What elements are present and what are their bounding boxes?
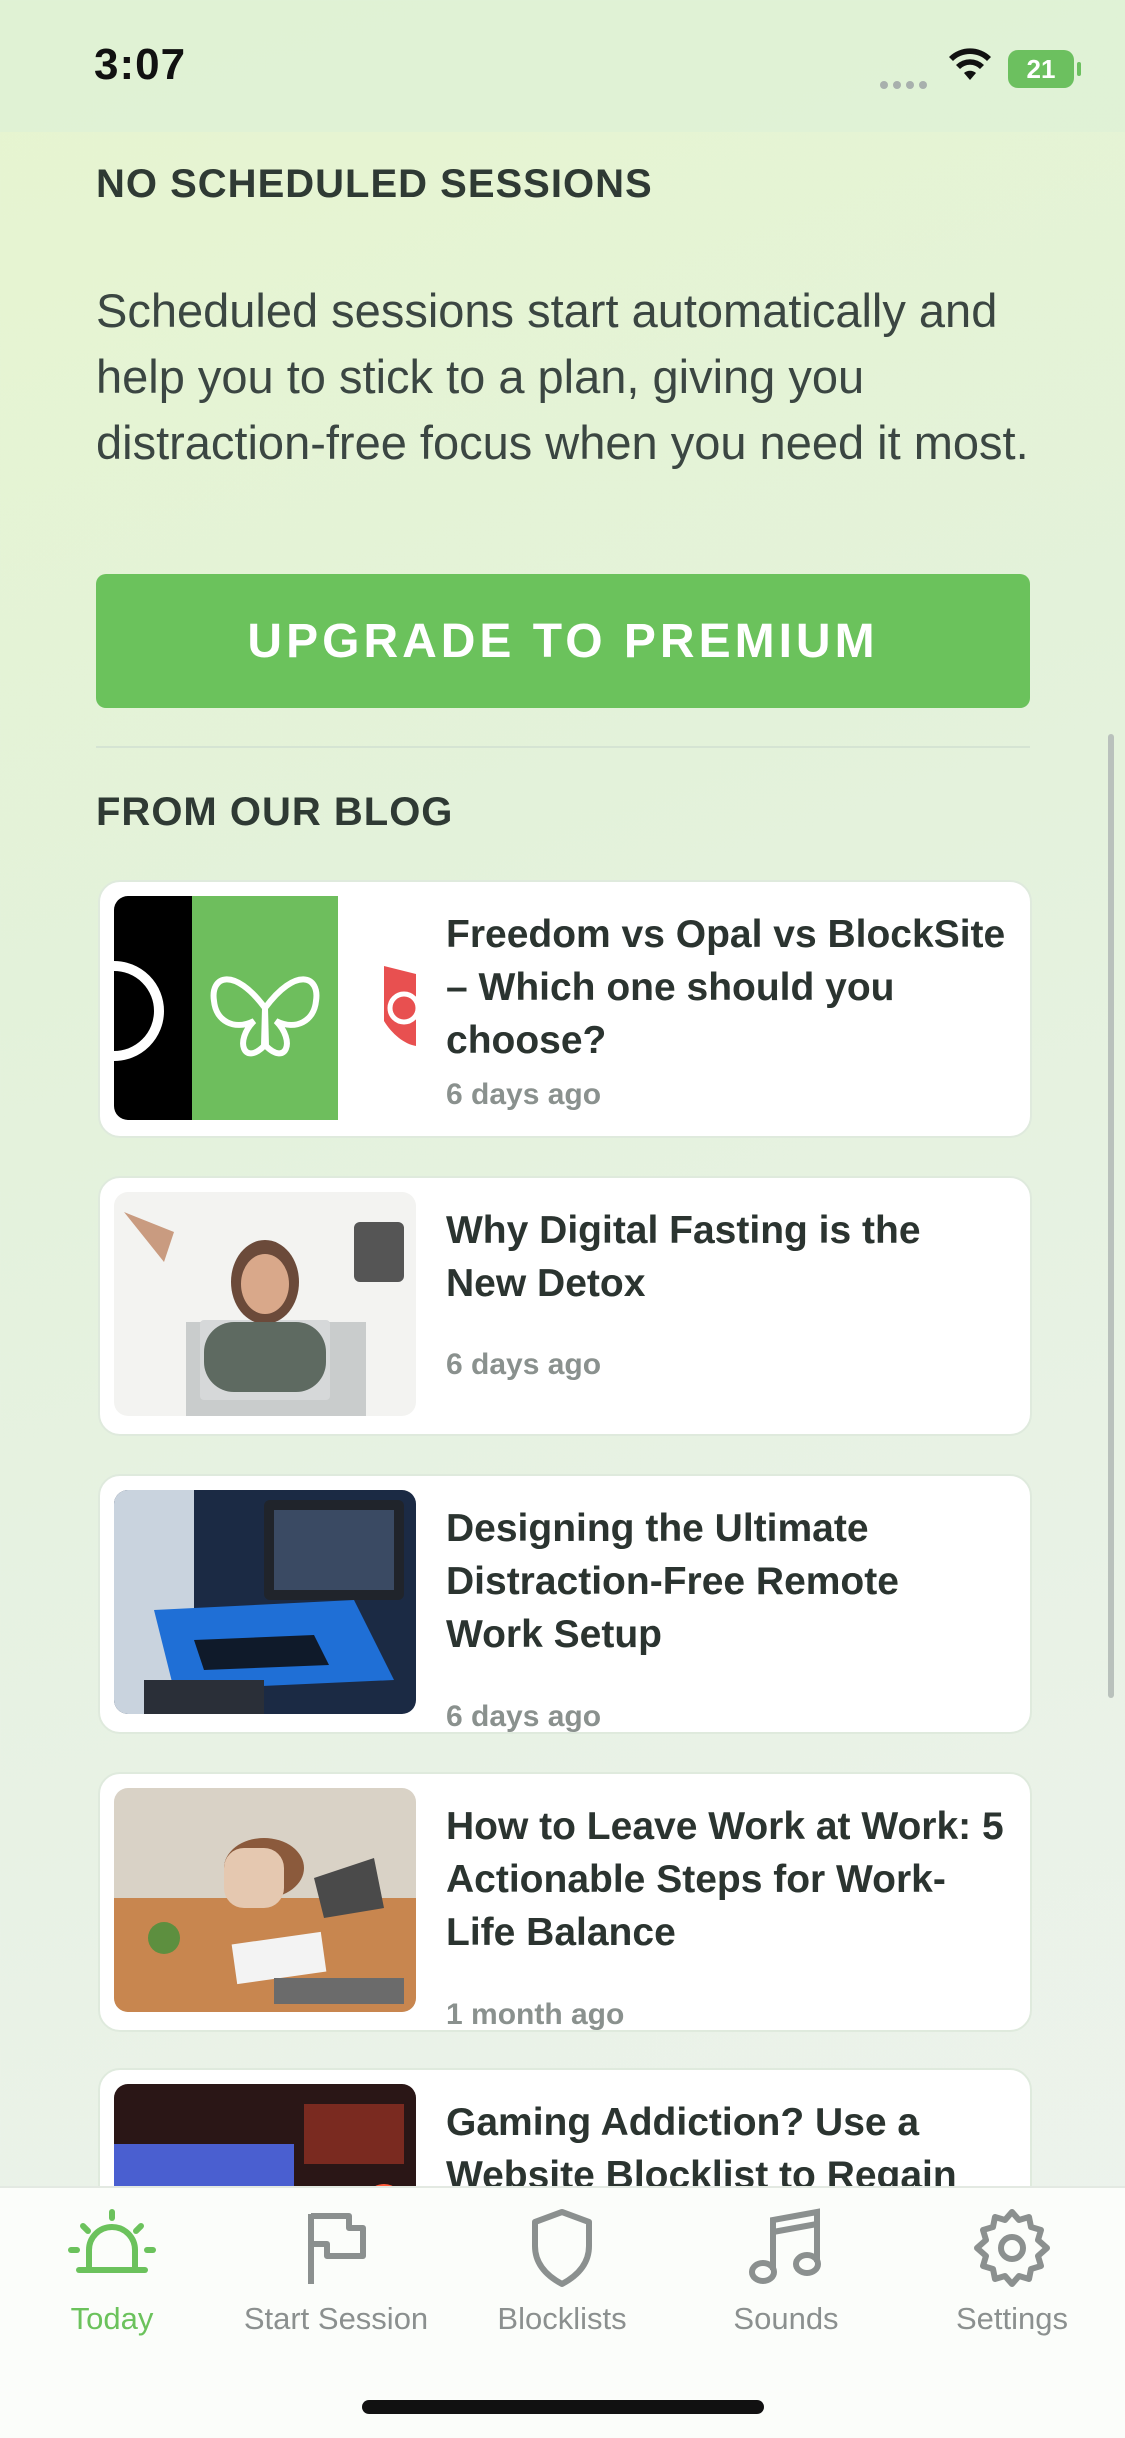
tab-blocklists[interactable]: Blocklists xyxy=(462,2208,662,2337)
signal-dots-icon xyxy=(880,76,932,89)
blog-card-time: 6 days ago xyxy=(446,1700,602,1733)
blog-card-title: How to Leave Work at Work: 5 Actionable … xyxy=(446,1805,1004,1954)
blog-card-title: Designing the Ultimate Distraction-Free … xyxy=(446,1507,899,1656)
battery-icon: 21 xyxy=(1008,50,1081,88)
blog-thumbnail xyxy=(114,1788,416,2012)
tab-label: Blocklists xyxy=(497,2301,627,2336)
blog-card[interactable]: Why Digital Fasting is the New Detox 6 d… xyxy=(98,1176,1032,1436)
status-bar: 3:07 21 xyxy=(0,0,1125,132)
tab-label: Settings xyxy=(955,2301,1068,2336)
blog-card[interactable]: How to Leave Work at Work: 5 Actionable … xyxy=(98,1772,1032,2032)
home-indicator[interactable] xyxy=(362,2400,764,2414)
flag-icon xyxy=(308,2213,366,2284)
scheduled-description: Scheduled sessions start automatically a… xyxy=(96,284,1029,469)
blog-card-time: 1 month ago xyxy=(446,1998,625,2031)
blog-card-title: Why Digital Fasting is the New Detox xyxy=(446,1209,921,1305)
sun-alarm-icon xyxy=(68,2209,156,2273)
tab-start-session[interactable]: Start Session xyxy=(236,2208,436,2337)
blog-title: FROM OUR BLOG xyxy=(96,790,454,834)
tab-settings[interactable]: Settings xyxy=(912,2208,1112,2337)
divider xyxy=(96,746,1030,748)
blog-thumbnail xyxy=(114,1490,416,1714)
blog-thumbnail xyxy=(114,896,416,1120)
tab-today[interactable]: Today xyxy=(12,2208,212,2337)
upgrade-premium-button[interactable]: UPGRADE TO PREMIUM xyxy=(96,574,1030,708)
blog-card[interactable]: Freedom vs Opal vs BlockSite – Which one… xyxy=(98,880,1032,1138)
blog-card-time: 6 days ago xyxy=(446,1078,602,1111)
status-time: 3:07 xyxy=(94,40,187,89)
wifi-icon xyxy=(949,48,991,80)
music-note-icon xyxy=(749,2208,821,2284)
blog-card-title: Freedom vs Opal vs BlockSite – Which one… xyxy=(446,913,1006,1062)
gear-icon xyxy=(974,2209,1050,2287)
scheduled-title: NO SCHEDULED SESSIONS xyxy=(96,162,653,206)
blog-card[interactable]: Designing the Ultimate Distraction-Free … xyxy=(98,1474,1032,1734)
tab-label: Today xyxy=(70,2301,154,2336)
tab-label: Start Session xyxy=(243,2301,429,2336)
blog-card-time: 6 days ago xyxy=(446,1348,602,1381)
scrollbar[interactable] xyxy=(1108,734,1114,1698)
shield-icon xyxy=(532,2209,592,2287)
blog-thumbnail xyxy=(114,1192,416,1416)
tab-sounds[interactable]: Sounds xyxy=(686,2208,886,2337)
tab-label: Sounds xyxy=(733,2301,839,2336)
